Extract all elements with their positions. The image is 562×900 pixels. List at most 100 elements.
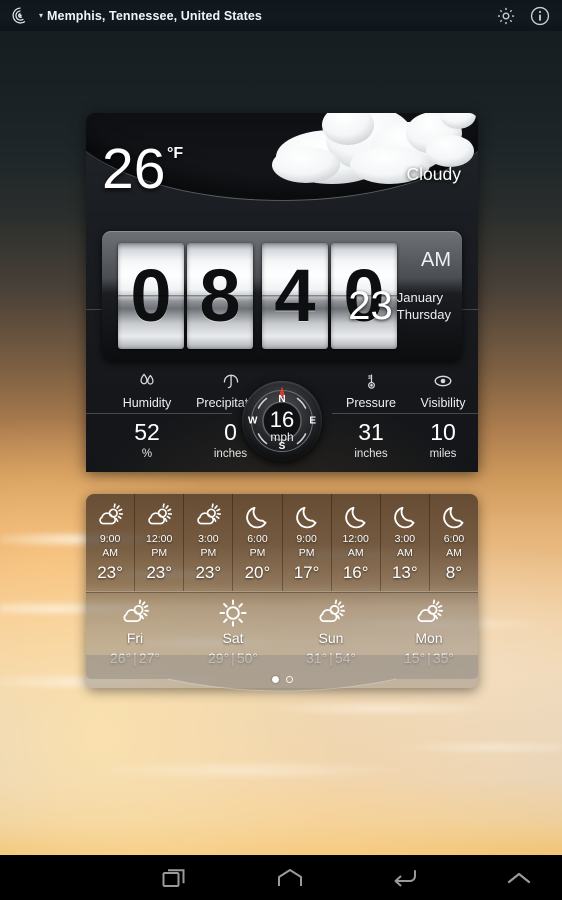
wind-compass[interactable]: N S W E 16 mph [242,381,322,461]
hourly-forecast-cell[interactable]: 3:00 AM 13° [381,494,430,591]
daily-forecast-row: Fri 26° | 27° Sat 29° | 50° Sun 31° | 54° Mon 15° | 35° [86,592,478,674]
hourly-time: 9:00 [296,533,317,545]
current-temp-row: 26 °F Cloudy [86,131,478,227]
wind-speed-value: 16 [269,407,295,432]
hourly-time: 6:00 [443,533,465,545]
hourly-ampm: AM [396,547,413,560]
hourly-temp: 23° [97,562,123,582]
forecast-card[interactable]: 9:00 AM 23° 12:00 PM 23° 3:00 PM 23° 6:00 PM 20° 9:0… [86,494,478,688]
hourly-temp: 20° [244,562,271,582]
location-label[interactable]: Memphis, Tennessee, United States [47,9,262,23]
hourly-weather-icon [293,501,321,531]
hourly-forecast-cell[interactable]: 3:00 PM 23° [184,494,234,591]
hourly-ampm: PM [200,547,217,560]
metric-value: 52 [134,419,160,445]
partly-cloudy-day-icon [123,599,150,622]
daily-temp-separator: | [427,650,431,666]
daily-weather-icon [414,597,444,629]
metric-value: 31 [358,419,384,445]
metrics-row: Humidity 52 % Precipitation 0 inches Pre… [86,369,478,472]
eye-icon [408,369,478,393]
hourly-forecast-cell[interactable]: 6:00 AM 8° [430,494,478,591]
hourly-forecast-cell[interactable]: 12:00 PM 23° [135,494,185,591]
daily-forecast-cell[interactable]: Fri 26° | 27° [86,592,184,674]
clear-night-icon [344,506,366,529]
metric-humidity[interactable]: Humidity 52 % [111,369,183,460]
chevron-up-icon[interactable] [484,855,554,900]
condition-label: Cloudy [406,164,461,184]
radar-logo-icon[interactable] [11,6,30,25]
clock-hours: 0 8 [118,243,253,349]
clock-hour-ones: 8 [187,243,253,349]
home-icon[interactable] [255,855,325,900]
sunny-icon [219,599,247,627]
daily-day-name: Sat [222,630,244,646]
current-temperature: 26 [102,137,166,201]
partly-cloudy-day-icon [99,503,124,525]
hourly-time: 12:00 [342,533,369,545]
metric-label: Visibility [420,396,466,410]
date-weekday: Thursday [396,306,451,322]
partly-cloudy-day-icon [417,599,444,622]
clear-night-icon [394,506,415,529]
hourly-ampm: PM [151,547,168,560]
hourly-weather-icon [194,501,222,531]
hourly-weather-icon [440,501,468,531]
hourly-forecast-cell[interactable]: 12:00 AM 16° [332,494,381,591]
hourly-ampm: AM [347,547,364,560]
daily-temp-separator: | [231,650,235,666]
clear-night-icon [246,506,267,529]
metric-unit: % [141,448,153,460]
metric-unit: miles [429,448,457,460]
hourly-forecast-cell[interactable]: 9:00 PM 17° [283,494,332,591]
daily-high: 35° [432,650,454,666]
hourly-temp: 17° [293,562,320,582]
gear-icon[interactable] [495,5,517,27]
hourly-weather-icon [391,501,419,531]
metric-unit: inches [354,448,388,460]
daily-forecast-cell[interactable]: Sun 31° | 54° [282,592,380,674]
daily-low: 29° [208,650,230,666]
hourly-weather-icon [243,501,271,531]
droplets-icon [111,369,183,393]
daily-forecast-cell[interactable]: Mon 15° | 35° [380,592,478,674]
flip-clock-widget[interactable]: 0 8 4 0 AM 23 January Thursday [102,231,462,361]
info-icon[interactable] [529,5,551,27]
page-indicator[interactable] [86,676,478,683]
hourly-forecast-cell[interactable]: 6:00 PM 20° [233,494,283,591]
hourly-temp: 16° [342,562,369,582]
back-icon[interactable] [369,855,439,900]
partly-cloudy-day-icon [148,503,173,525]
clock-hour-tens: 0 [118,243,184,349]
clock-minute-tens: 4 [262,243,328,349]
clear-night-icon [443,506,464,529]
metric-pressure[interactable]: Pressure 31 inches [328,369,414,460]
daily-temp-separator: | [329,650,333,666]
current-weather-card[interactable]: 26 °F Cloudy Feels like10° Min8° Max27° … [86,113,478,472]
hourly-weather-icon [96,501,124,531]
daily-temps: 26° | 27° [110,650,160,666]
hourly-forecast-row: 9:00 AM 23° 12:00 PM 23° 3:00 PM 23° 6:00 PM 20° 9:0… [86,494,478,591]
page-dot[interactable] [285,676,293,683]
clock-ampm: AM [421,249,451,271]
location-caret-icon[interactable]: ▾ [39,11,43,20]
daily-weather-icon [120,597,150,629]
metric-visibility[interactable]: Visibility 10 miles [408,369,478,460]
android-navigation-bar [0,855,562,900]
hourly-time: 6:00 [247,533,268,545]
compass-north-label: N [278,394,286,405]
daily-day-name: Mon [415,630,443,646]
metric-value: 10 [430,419,456,445]
daily-weather-icon [218,597,248,629]
hourly-weather-icon [342,501,370,531]
clear-night-icon [295,506,317,529]
recents-icon[interactable] [140,855,210,900]
hourly-forecast-cell[interactable]: 9:00 AM 23° [86,494,136,591]
date-text-group: January Thursday [397,287,451,323]
hourly-weather-icon [145,501,173,531]
daily-forecast-cell[interactable]: Sat 29° | 50° [184,592,282,674]
hourly-ampm: PM [249,547,266,560]
hourly-time: 3:00 [198,533,219,545]
page-dot[interactable] [271,676,279,683]
metric-label: Humidity [122,396,172,410]
